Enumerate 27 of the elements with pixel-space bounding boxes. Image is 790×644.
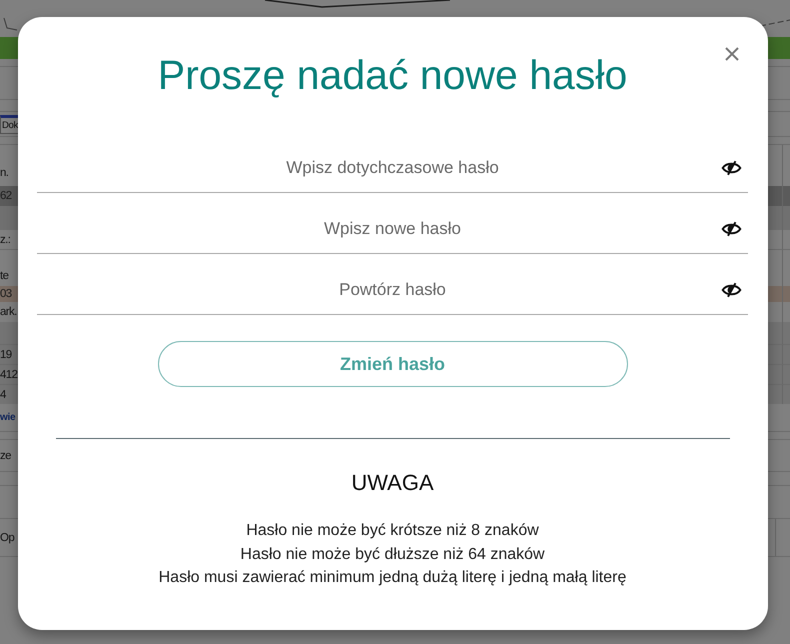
page-link[interactable]: wie: [0, 412, 16, 423]
page-text: z.:: [0, 234, 10, 246]
page-text: 4: [0, 388, 6, 400]
page-tab[interactable]: Dok: [0, 114, 19, 134]
password-field[interactable]: Wpisz dotychczasowe hasło: [37, 132, 748, 193]
page-text: ze: [0, 450, 11, 462]
password-field[interactable]: Powtórz hasło: [37, 254, 748, 315]
eye-slash-icon[interactable]: [721, 282, 742, 298]
page-text: te: [0, 270, 8, 282]
page-text: 62: [0, 190, 12, 202]
page-text: n.: [0, 167, 8, 179]
page-text: ark.: [0, 306, 17, 318]
password-field[interactable]: Wpisz nowe hasło: [37, 193, 748, 254]
notice-heading: UWAGA: [351, 469, 434, 497]
page-text: 19: [0, 348, 12, 360]
notice-line: Hasło nie może być krótsze niż 8 znaków: [246, 521, 539, 541]
eye-slash-icon[interactable]: [721, 160, 742, 176]
page-text: 412: [0, 368, 18, 380]
eye-slash-icon[interactable]: [721, 221, 742, 237]
page-text: 03: [0, 288, 12, 300]
close-icon: [725, 47, 739, 61]
dialog-title: Proszę nadać nowe hasło: [158, 51, 628, 100]
page-text: Op: [0, 532, 14, 544]
change-password-button[interactable]: Zmień hasło: [158, 341, 628, 387]
close-button[interactable]: [723, 45, 741, 63]
notice-line: Hasło nie może być dłuższe niż 64 znaków: [240, 544, 545, 564]
notice-line: Hasło musi zawierać minimum jedną dużą literę i jedną małą literę: [158, 568, 626, 588]
